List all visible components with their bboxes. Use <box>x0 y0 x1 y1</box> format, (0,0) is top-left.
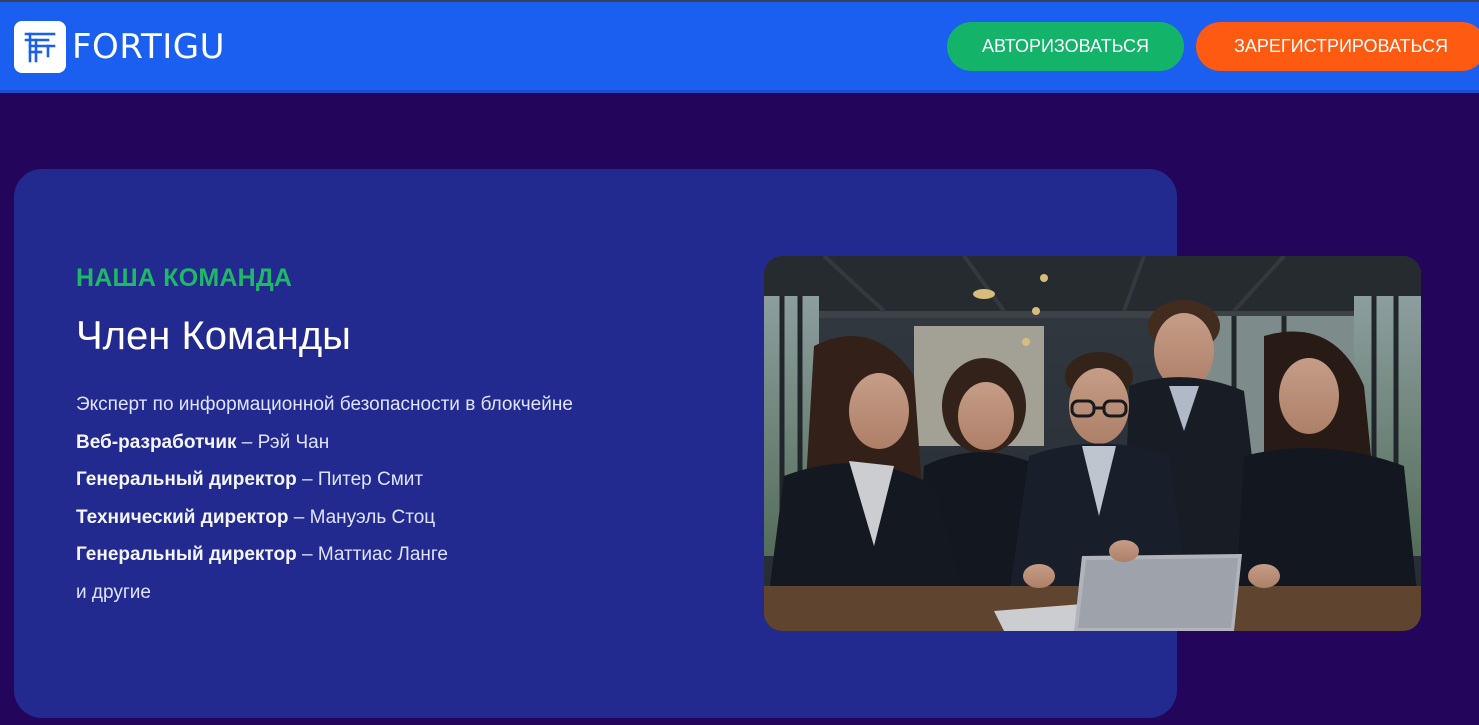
team-photo-illustration <box>764 256 1421 631</box>
team-member: Технический директор – Мануэль Стоц <box>76 504 716 542</box>
member-name: Маттиас Ланге <box>317 544 448 565</box>
brand-name: FORTIGU <box>72 27 225 67</box>
logo-icon <box>14 21 66 73</box>
member-separator: – <box>296 544 318 565</box>
member-name: Мануэль Стоц <box>309 506 436 528</box>
member-separator: – <box>296 469 318 490</box>
team-list: Эксперт по информационной безопасности в… <box>76 391 716 616</box>
register-button[interactable]: ЗАРЕГИСТРИРОВАТЬСЯ <box>1196 22 1479 71</box>
section-eyebrow: НАША КОМАНДА <box>76 264 293 292</box>
team-outro: и другие <box>76 581 151 603</box>
member-separator: – <box>288 506 310 528</box>
team-photo <box>764 256 1421 631</box>
member-name: Питер Смит <box>317 469 424 490</box>
section-title: Член Команды <box>76 314 351 358</box>
site-header: FORTIGU АВТОРИЗОВАТЬСЯ ЗАРЕГИСТРИРОВАТЬС… <box>0 2 1479 90</box>
member-role: Генеральный директор <box>76 544 297 565</box>
member-separator: – <box>236 431 258 453</box>
member-role: Веб-разработчик <box>76 431 237 453</box>
brand-logo[interactable]: FORTIGU <box>14 21 225 73</box>
team-member: Генеральный директор – Питер Смит <box>76 466 716 504</box>
login-button[interactable]: АВТОРИЗОВАТЬСЯ <box>947 22 1184 71</box>
member-role: Технический директор <box>76 506 289 528</box>
team-member: Веб-разработчик – Рэй Чан <box>76 429 716 467</box>
team-intro: Эксперт по информационной безопасности в… <box>76 394 573 415</box>
team-member: Генеральный директор – Маттиас Ланге <box>76 541 716 579</box>
member-role: Генеральный директор <box>76 469 297 490</box>
member-name: Рэй Чан <box>257 431 330 453</box>
